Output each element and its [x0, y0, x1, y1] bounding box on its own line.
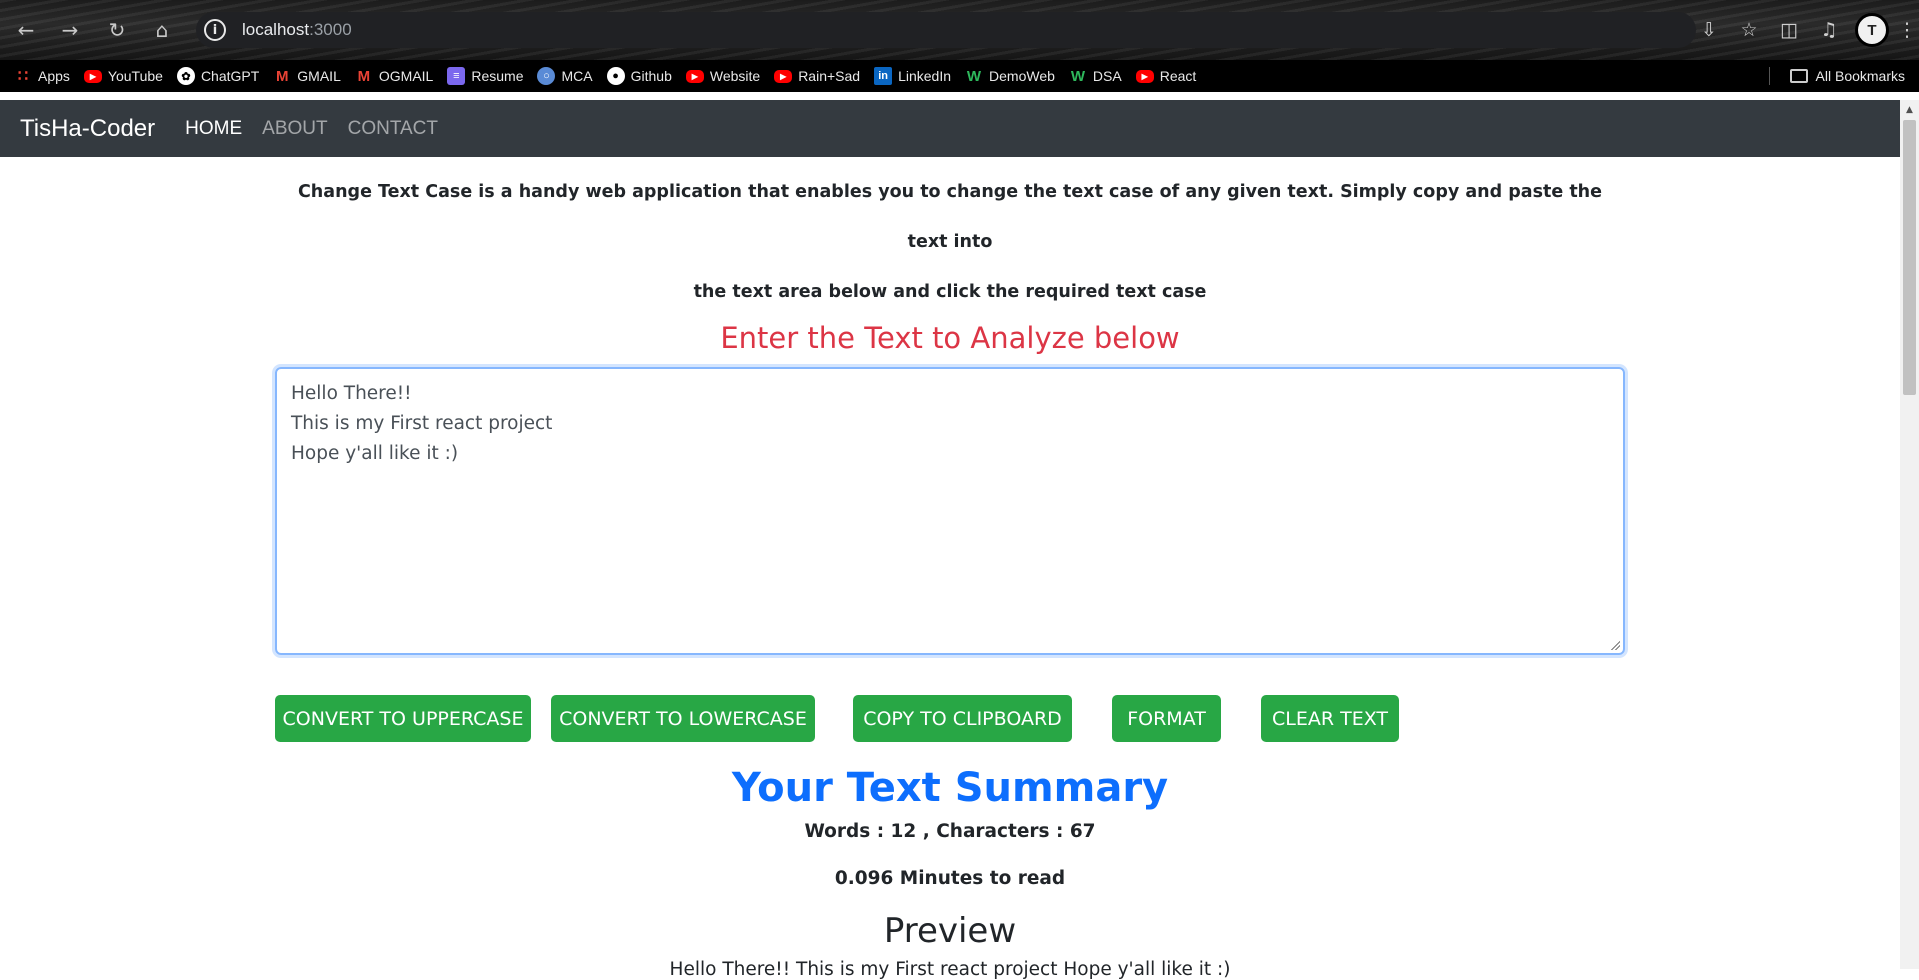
action-buttons: CONVERT TO UPPERCASE CONVERT TO LOWERCAS…: [275, 695, 1625, 742]
bookmark-linkedin[interactable]: in LinkedIn: [874, 67, 951, 85]
main-content: Change Text Case is a handy web applicat…: [275, 157, 1625, 980]
scroll-up-icon[interactable]: ▲: [1900, 100, 1919, 119]
textarea-line: This is my First react project: [291, 413, 553, 434]
gmail-icon: M: [357, 67, 371, 85]
browser-toolbar: ← → ↻ ⌂ i localhost:3000 ⇩ ☆ ◫ ♫ T ⋮: [0, 0, 1919, 60]
bookmark-github[interactable]: ● Github: [606, 67, 672, 85]
w-icon: W: [1070, 67, 1085, 85]
all-bookmarks[interactable]: All Bookmarks: [1768, 60, 1905, 92]
bookmark-label: OGMAIL: [378, 68, 434, 84]
bookmark-resume[interactable]: ≡ Resume: [447, 67, 523, 85]
bookmark-label: Apps: [38, 68, 70, 84]
site-info-icon[interactable]: i: [204, 19, 226, 41]
bookmark-mca[interactable]: ○ MCA: [537, 67, 593, 85]
bookmark-chatgpt[interactable]: ✿ ChatGPT: [176, 67, 260, 85]
star-icon[interactable]: ☆: [1729, 14, 1769, 46]
bookmark-demoweb[interactable]: W DemoWeb: [965, 67, 1055, 85]
profile-avatar[interactable]: T: [1855, 13, 1889, 47]
youtube-icon: ▶: [774, 69, 793, 83]
forward-icon[interactable]: →: [56, 16, 84, 44]
nav-link-home[interactable]: HOME: [185, 118, 242, 140]
extensions-icon[interactable]: ◫: [1769, 14, 1809, 46]
url-port: :3000: [309, 20, 352, 39]
resume-icon: ≡: [447, 67, 466, 85]
textarea-line: Hello There!!: [291, 383, 412, 404]
uppercase-button[interactable]: CONVERT TO UPPERCASE: [275, 695, 531, 742]
divider: [1768, 67, 1770, 85]
preview-text: Hello There!! This is my First react pro…: [669, 959, 1231, 980]
bookmarks-bar: ∷ Apps ▶ YouTube ✿ ChatGPT M GMAIL M OGMAIL ≡…: [0, 60, 1919, 92]
youtube-icon: ▶: [685, 69, 704, 83]
bookmark-gmail[interactable]: M GMAIL: [273, 67, 341, 85]
bookmark-youtube[interactable]: ▶ YouTube: [83, 68, 163, 84]
bookmark-label: React: [1159, 68, 1197, 84]
resize-grip-icon[interactable]: [1610, 640, 1620, 650]
format-button[interactable]: FORMAT: [1112, 695, 1221, 742]
bookmark-label: Resume: [471, 68, 524, 84]
bookmark-react[interactable]: ▶ React: [1135, 68, 1197, 84]
bookmark-label: ChatGPT: [200, 68, 260, 84]
bookmark-label: Rain+Sad: [798, 68, 861, 84]
linkedin-icon: in: [874, 67, 893, 85]
mca-icon: ○: [537, 67, 556, 85]
bookmark-label: GMAIL: [297, 68, 341, 84]
chatgpt-icon: ✿: [176, 67, 195, 85]
url-host: localhost: [242, 20, 310, 39]
bookmark-rain-sad[interactable]: ▶ Rain+Sad: [774, 68, 860, 84]
menu-icon[interactable]: ⋮: [1895, 14, 1919, 46]
bookmark-ogmail[interactable]: M OGMAIL: [355, 67, 434, 85]
intro-line: Change Text Case is a handy web applicat…: [297, 182, 1603, 252]
github-icon: ●: [606, 67, 625, 85]
navbar-brand[interactable]: TisHa-Coder: [20, 115, 155, 143]
gmail-icon: M: [276, 67, 289, 85]
bookmark-dsa[interactable]: W DSA: [1069, 67, 1122, 85]
w-icon: W: [966, 67, 982, 85]
app-navbar: TisHa-Coder HOME ABOUT CONTACT: [0, 100, 1900, 157]
bookmark-label: LinkedIn: [898, 68, 952, 84]
read-time: 0.096 Minutes to read: [834, 868, 1066, 889]
back-icon[interactable]: ←: [12, 16, 40, 44]
apps-icon: ∷: [17, 68, 29, 85]
summary-title: Your Text Summary: [731, 765, 1169, 811]
analyze-heading: Enter the Text to Analyze below: [720, 321, 1180, 355]
home-icon[interactable]: ⌂: [148, 16, 176, 44]
bookmark-website[interactable]: ▶ Website: [685, 68, 761, 84]
preview-title: Preview: [883, 911, 1017, 951]
bookmark-label: Github: [630, 68, 672, 84]
bookmark-label: Website: [709, 68, 761, 84]
lowercase-button[interactable]: CONVERT TO LOWERCASE: [551, 695, 815, 742]
media-icon[interactable]: ♫: [1809, 14, 1849, 46]
page-scrollbar[interactable]: ▲: [1900, 100, 1919, 969]
bookmark-apps[interactable]: ∷ Apps: [14, 67, 70, 85]
install-icon[interactable]: ⇩: [1689, 14, 1729, 46]
nav-link-contact[interactable]: CONTACT: [348, 118, 438, 140]
intro-line: the text area below and click the requir…: [693, 282, 1207, 302]
word-char-count: Words : 12 , Characters : 67: [804, 821, 1096, 842]
textarea-line: Hope y'all like it :): [291, 443, 459, 464]
scrollbar-thumb[interactable]: [1903, 120, 1916, 395]
address-bar[interactable]: i localhost:3000: [196, 12, 1696, 48]
bookmark-label: DSA: [1092, 68, 1122, 84]
reload-icon[interactable]: ↻: [103, 16, 131, 44]
bookmark-label: DemoWeb: [989, 68, 1055, 84]
clear-text-button[interactable]: CLEAR TEXT: [1261, 695, 1399, 742]
youtube-icon: ▶: [83, 69, 102, 83]
youtube-icon: ▶: [1135, 69, 1154, 83]
copy-clipboard-button[interactable]: COPY TO CLIPBOARD: [853, 695, 1072, 742]
bookmark-label: YouTube: [107, 68, 163, 84]
nav-link-about[interactable]: ABOUT: [262, 118, 327, 140]
all-bookmarks-label: All Bookmarks: [1815, 68, 1905, 84]
intro-text: Change Text Case is a handy web applicat…: [275, 167, 1625, 317]
url-text[interactable]: localhost:3000: [242, 20, 352, 40]
folder-icon: [1789, 69, 1808, 83]
text-input-area[interactable]: Hello There!! This is my First react pro…: [275, 367, 1625, 655]
bookmark-label: MCA: [561, 68, 593, 84]
